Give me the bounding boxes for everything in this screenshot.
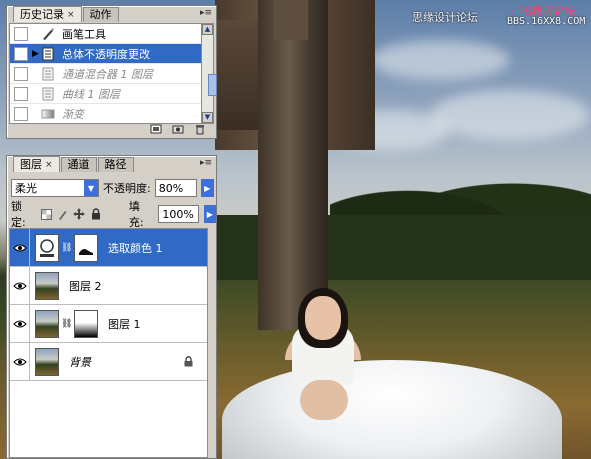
eye-icon[interactable] (10, 304, 30, 343)
tab-channels[interactable]: 通道 (60, 157, 97, 172)
history-item-label: 曲线 1 图层 (62, 87, 120, 101)
layer-thumbnail[interactable] (35, 271, 59, 300)
history-item-label: 总体不透明度更改 (62, 47, 150, 61)
tab-paths[interactable]: 路径 (97, 157, 134, 172)
layer-row-selective-color[interactable]: ⛓ 选取颜色 1 (10, 229, 207, 267)
eye-icon[interactable] (10, 266, 30, 305)
fill-value: 100% (162, 207, 194, 221)
watermark-site-cn: 思缘设计论坛 (412, 11, 478, 24)
snapshot-source-checkbox[interactable] (14, 26, 28, 41)
history-scrollbar[interactable]: ▲ ▼ (201, 23, 217, 124)
current-state-arrow-icon: ▶ (32, 48, 39, 59)
blend-mode-select[interactable]: 柔光 ▼ (11, 179, 99, 197)
layer-thumbnail[interactable] (35, 347, 59, 376)
close-icon[interactable]: × (67, 8, 75, 22)
tab-actions-label: 动作 (89, 8, 112, 21)
tab-history[interactable]: 历史记录 × (13, 6, 82, 22)
history-panel: 历史记录 × 动作 ▸≡ 画笔工具 ▶ 总体不透明度更改 通道混合器 1 图层 … (6, 5, 217, 139)
chevron-down-icon[interactable]: ▼ (84, 180, 98, 196)
layer-name[interactable]: 背景 (69, 354, 91, 370)
eye-icon[interactable] (10, 229, 30, 267)
new-document-icon[interactable] (148, 123, 164, 135)
scroll-up-icon[interactable]: ▲ (202, 24, 213, 35)
snapshot-source-checkbox[interactable] (14, 86, 28, 101)
history-state-icon (40, 46, 56, 62)
adjustment-layer-icon[interactable] (35, 233, 59, 262)
history-tabbar: 历史记录 × 动作 ▸≡ (7, 6, 216, 22)
layers-panel: 图层 × 通道 路径 ▸≡ 柔光 ▼ 不透明度: 80% ▶ 锁定: 填充: 1… (6, 155, 217, 459)
scroll-thumb[interactable] (208, 74, 217, 96)
lock-icon (184, 356, 193, 370)
fill-slider-toggle-icon[interactable]: ▶ (203, 205, 216, 223)
layers-tabbar: 图层 × 通道 路径 ▸≡ (7, 156, 216, 172)
link-chain-icon[interactable]: ⛓ (61, 243, 72, 253)
tab-channels-label: 通道 (67, 158, 90, 171)
history-state-icon (40, 86, 56, 102)
tab-layers-label: 图层 (20, 157, 42, 171)
snapshot-icon[interactable] (170, 123, 186, 135)
eye-icon[interactable] (10, 342, 30, 381)
history-item-label: 渐变 (62, 107, 84, 121)
layer-name[interactable]: 图层 1 (108, 316, 141, 332)
layer-name[interactable]: 图层 2 (69, 278, 102, 294)
history-item[interactable]: 渐变 (10, 104, 204, 123)
history-item[interactable]: 曲线 1 图层 (10, 84, 204, 104)
gradient-icon (40, 106, 56, 122)
snapshot-source-checkbox[interactable] (14, 66, 28, 81)
blend-mode-value: 柔光 (15, 182, 37, 195)
lock-all-icon[interactable] (90, 208, 101, 220)
lock-image-pixels-icon[interactable] (57, 208, 68, 220)
opacity-label: 不透明度: (103, 182, 151, 195)
layer-row-layer-1[interactable]: ⛓ 图层 1 (10, 304, 207, 343)
history-item[interactable]: 通道混合器 1 图层 (10, 64, 204, 84)
layer-mask-thumbnail[interactable] (74, 233, 98, 262)
panel-menu-icon[interactable]: ▸≡ (200, 8, 212, 18)
history-item[interactable]: 画笔工具 (10, 24, 204, 44)
tab-paths-label: 路径 (104, 158, 127, 171)
tab-layers[interactable]: 图层 × (13, 156, 60, 172)
snapshot-source-checkbox[interactable] (14, 46, 28, 61)
tab-actions[interactable]: 动作 (82, 7, 119, 22)
lock-label: 锁定: (11, 200, 26, 229)
panel-menu-icon[interactable]: ▸≡ (200, 158, 212, 168)
trash-icon[interactable] (192, 123, 208, 135)
history-item-label: 通道混合器 1 图层 (62, 67, 153, 81)
history-state-icon (40, 66, 56, 82)
blend-opacity-row: 柔光 ▼ 不透明度: 80% ▶ (11, 178, 216, 198)
lock-position-icon[interactable] (73, 208, 86, 220)
watermark-site-url: BBS.16XX8.COM (507, 16, 586, 27)
layer-row-background[interactable]: 背景 (10, 342, 207, 381)
fill-label: 填充: (128, 200, 144, 229)
brush-icon (40, 26, 56, 42)
layer-name[interactable]: 选取颜色 1 (108, 240, 163, 256)
snapshot-source-checkbox[interactable] (14, 106, 28, 121)
close-icon[interactable]: × (45, 158, 53, 172)
fill-field[interactable]: 100% (158, 205, 199, 223)
layer-thumbnail[interactable] (35, 309, 59, 338)
history-item-label: 画笔工具 (62, 27, 106, 41)
opacity-value: 80% (158, 181, 184, 195)
lock-fill-row: 锁定: 填充: 100% ▶ (11, 200, 216, 229)
layer-row-layer-2[interactable]: 图层 2 (10, 266, 207, 305)
history-list: 画笔工具 ▶ 总体不透明度更改 通道混合器 1 图层 曲线 1 图层 渐变 (9, 23, 205, 124)
history-bottom-bar (9, 122, 214, 136)
opacity-slider-toggle-icon[interactable]: ▶ (200, 179, 214, 197)
link-chain-icon[interactable]: ⛓ (61, 319, 72, 329)
history-item-selected[interactable]: ▶ 总体不透明度更改 (10, 44, 204, 64)
tab-history-label: 历史记录 (20, 7, 64, 21)
layers-list: ⛓ 选取颜色 1 图层 2 ⛓ 图层 1 背景 (9, 228, 208, 458)
layer-mask-thumbnail[interactable] (74, 309, 98, 338)
lock-transparent-icon[interactable] (40, 208, 52, 220)
opacity-field[interactable]: 80% (154, 179, 197, 197)
